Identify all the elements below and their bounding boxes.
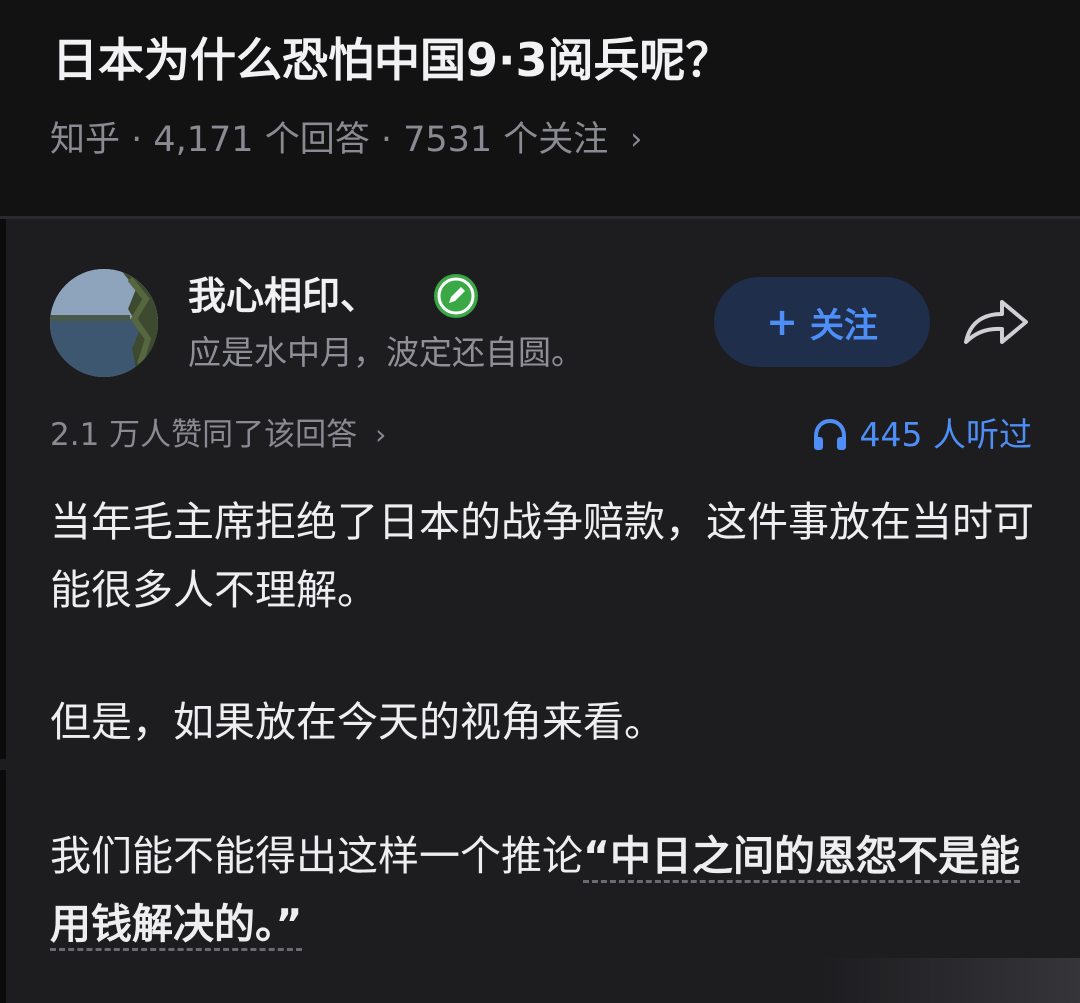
paragraph-text: 我们能不能得出这样一个推论 xyxy=(50,832,583,880)
author-bio: 应是水中月，波定还自圆。 xyxy=(188,333,584,372)
follow-label: 关注 xyxy=(809,305,878,346)
follow-button[interactable]: + 关注 xyxy=(714,277,930,367)
question-meta-text: 知乎 · 4,171 个回答 · 7531 个关注 xyxy=(50,120,609,160)
question-header[interactable]: 日本为什么恐怕中国9·3阅兵呢？ 知乎 · 4,171 个回答 · 7531 个… xyxy=(0,0,1080,216)
footer-fade xyxy=(820,958,1080,1003)
share-icon[interactable] xyxy=(960,296,1032,352)
headphones-icon xyxy=(813,418,846,450)
vote-count-text: 2.1 万人赞同了该回答 xyxy=(50,417,358,453)
vote-count[interactable]: 2.1 万人赞同了该回答 › xyxy=(50,408,386,462)
listen-count-text: 445 人听过 xyxy=(859,415,1032,454)
chevron-right-icon: › xyxy=(375,418,387,451)
plus-icon: + xyxy=(766,300,798,344)
question-meta[interactable]: 知乎 · 4,171 个回答 · 7531 个关注 › xyxy=(50,112,642,168)
chevron-right-icon: › xyxy=(630,122,643,157)
answer-paragraph: 当年毛主席拒绝了日本的战争赔款，这件事放在当时可能很多人不理解。 xyxy=(50,498,1034,614)
answer-paragraph: 但是，如果放在今天的视角来看。 xyxy=(50,698,665,746)
avatar[interactable] xyxy=(50,269,158,377)
card-edge xyxy=(0,219,6,759)
author-name[interactable]: 我心相印、 xyxy=(188,268,378,324)
avatar-image xyxy=(50,269,158,377)
verified-badge-icon xyxy=(434,274,478,318)
listen-count[interactable]: 445 人听过 xyxy=(812,408,1032,462)
question-title[interactable]: 日本为什么恐怕中国9·3阅兵呢？ xyxy=(52,28,732,92)
answer-paragraph: 我们能不能得出这样一个推论“中日之间的恩怨不是能用钱解决的。” xyxy=(50,822,1040,958)
answer-page: 日本为什么恐怕中国9·3阅兵呢？ 知乎 · 4,171 个回答 · 7531 个… xyxy=(0,0,1080,1003)
card-edge xyxy=(0,770,6,1003)
